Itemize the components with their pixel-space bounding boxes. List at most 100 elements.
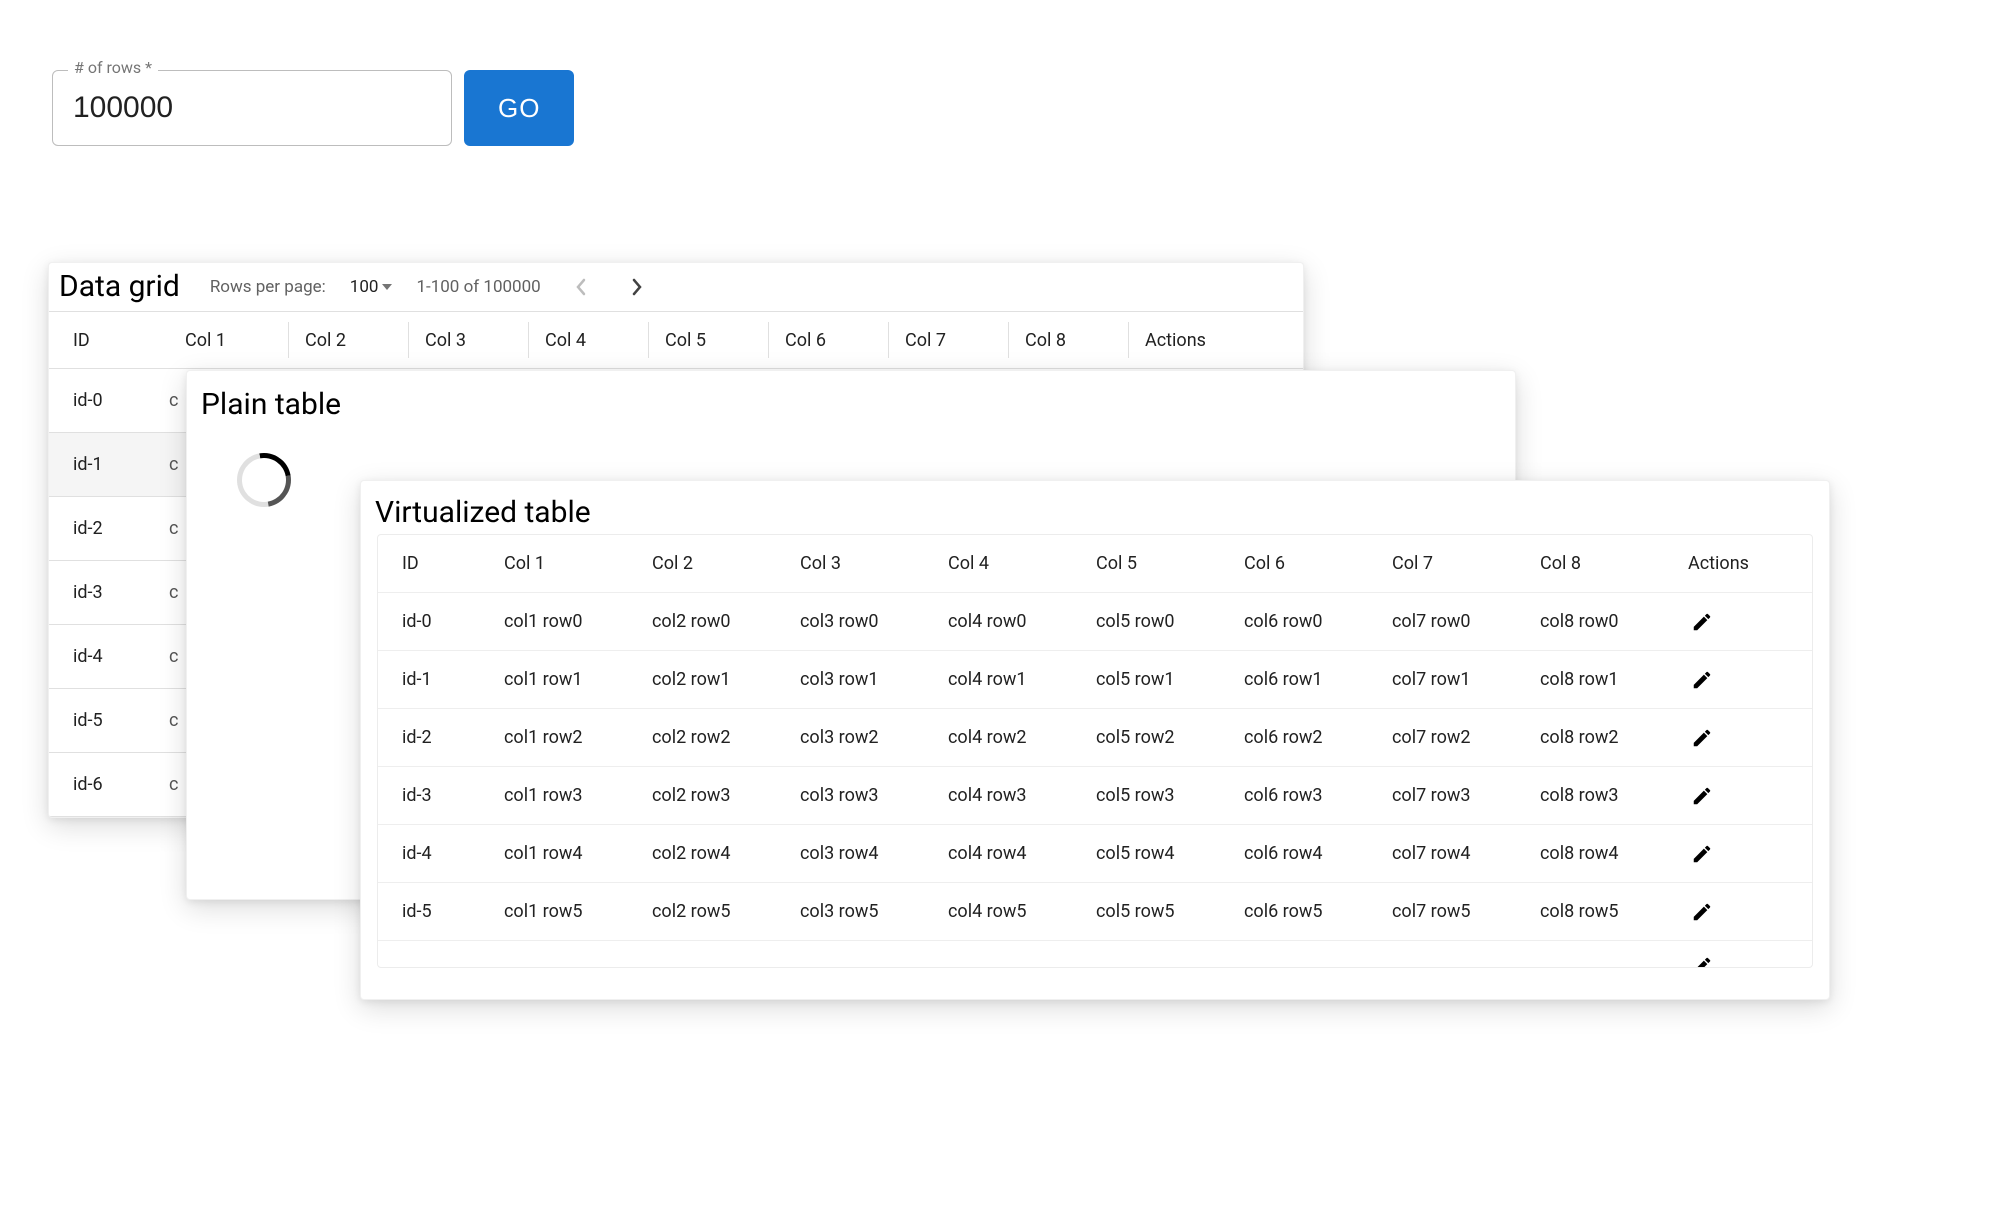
pencil-icon	[1691, 843, 1713, 865]
edit-button[interactable]	[1688, 666, 1716, 694]
column-header-col3[interactable]: Col 3	[784, 553, 932, 574]
rows-input[interactable]	[52, 70, 452, 146]
table-row[interactable]: id-5 col1 row5 col2 row5 col3 row5 col4 …	[378, 883, 1812, 941]
table-row[interactable]: id-0 col1 row0 col2 row0 col3 row0 col4 …	[378, 593, 1812, 651]
cell: col6 row0	[1228, 611, 1376, 632]
cell-id: id-1	[378, 669, 488, 690]
table-row[interactable]: id-3 col1 row3 col2 row3 col3 row3 col4 …	[378, 767, 1812, 825]
cell: col6 row2	[1228, 727, 1376, 748]
table-row[interactable]: id-2 col1 row2 col2 row2 col3 row2 col4 …	[378, 709, 1812, 767]
cell: col5 row1	[1080, 669, 1228, 690]
cell: col5 row5	[1080, 901, 1228, 922]
edit-button[interactable]	[1688, 782, 1716, 810]
cell: col8 row3	[1524, 785, 1672, 806]
rows-per-page-label: Rows per page:	[210, 277, 326, 297]
cell: col7 row0	[1376, 611, 1524, 632]
cell: col1 row4	[488, 843, 636, 864]
column-header-id[interactable]: ID	[49, 322, 169, 358]
cell-id: id-0	[378, 611, 488, 632]
virtualized-table: ID Col 1 Col 2 Col 3 Col 4 Col 5 Col 6 C…	[377, 534, 1813, 968]
pencil-icon	[1691, 727, 1713, 749]
edit-button[interactable]	[1688, 898, 1716, 926]
column-header-col4[interactable]: Col 4	[932, 553, 1080, 574]
cell-id: id-6	[49, 774, 169, 795]
cell: col4 row1	[932, 669, 1080, 690]
rows-per-page-select[interactable]: 100	[350, 277, 393, 297]
cell-id: id-0	[49, 390, 169, 411]
controls-bar: # of rows * GO	[52, 70, 574, 146]
cell: col3 row2	[784, 727, 932, 748]
next-page-button[interactable]	[621, 271, 653, 303]
column-header-col7[interactable]: Col 7	[1376, 553, 1524, 574]
table-row[interactable]: id-4 col1 row4 col2 row4 col3 row4 col4 …	[378, 825, 1812, 883]
table-row[interactable]	[378, 941, 1812, 967]
cell: col3 row1	[784, 669, 932, 690]
column-header-col8[interactable]: Col 8	[1524, 553, 1672, 574]
cell-id: id-2	[378, 727, 488, 748]
cell: col8 row4	[1524, 843, 1672, 864]
column-header-actions[interactable]: Actions	[1672, 553, 1782, 574]
prev-page-button[interactable]	[565, 271, 597, 303]
edit-button[interactable]	[1688, 952, 1716, 967]
cell: col2 row2	[636, 727, 784, 748]
column-header-col5[interactable]: Col 5	[1080, 553, 1228, 574]
cell: col5 row0	[1080, 611, 1228, 632]
column-header-col4[interactable]: Col 4	[529, 322, 649, 358]
data-grid-pager: Rows per page: 100 1-100 of 100000	[204, 271, 653, 303]
column-header-actions[interactable]: Actions	[1129, 322, 1249, 358]
cell: col4 row3	[932, 785, 1080, 806]
loading-spinner	[237, 453, 291, 507]
go-button[interactable]: GO	[464, 70, 574, 146]
cell: col7 row1	[1376, 669, 1524, 690]
cell: col3 row5	[784, 901, 932, 922]
pagination-range: 1-100 of 100000	[416, 277, 540, 297]
cell: col7 row5	[1376, 901, 1524, 922]
cell: col3 row4	[784, 843, 932, 864]
pencil-icon	[1691, 785, 1713, 807]
cell: col8 row2	[1524, 727, 1672, 748]
pencil-icon	[1691, 901, 1713, 923]
cell-id: id-4	[378, 843, 488, 864]
cell: col1 row5	[488, 901, 636, 922]
column-header-col1[interactable]: Col 1	[169, 322, 289, 358]
column-header-col2[interactable]: Col 2	[636, 553, 784, 574]
cell: col4 row0	[932, 611, 1080, 632]
cell: col7 row3	[1376, 785, 1524, 806]
edit-button[interactable]	[1688, 724, 1716, 752]
edit-button[interactable]	[1688, 840, 1716, 868]
column-header-col6[interactable]: Col 6	[1228, 553, 1376, 574]
cell: col5 row3	[1080, 785, 1228, 806]
table-row[interactable]: id-1 col1 row1 col2 row1 col3 row1 col4 …	[378, 651, 1812, 709]
column-header-id[interactable]: ID	[378, 553, 488, 574]
cell: col4 row4	[932, 843, 1080, 864]
column-header-col3[interactable]: Col 3	[409, 322, 529, 358]
cell: col3 row0	[784, 611, 932, 632]
edit-button[interactable]	[1688, 608, 1716, 636]
cell: col1 row0	[488, 611, 636, 632]
pencil-icon	[1691, 669, 1713, 691]
column-header-col7[interactable]: Col 7	[889, 322, 1009, 358]
cell: col6 row1	[1228, 669, 1376, 690]
cell: col1 row3	[488, 785, 636, 806]
cell: col2 row4	[636, 843, 784, 864]
cell: col1 row2	[488, 727, 636, 748]
column-header-col5[interactable]: Col 5	[649, 322, 769, 358]
column-header-col2[interactable]: Col 2	[289, 322, 409, 358]
cell: col4 row2	[932, 727, 1080, 748]
column-header-col8[interactable]: Col 8	[1009, 322, 1129, 358]
column-header-col1[interactable]: Col 1	[488, 553, 636, 574]
cell: col3 row3	[784, 785, 932, 806]
cell-id: id-3	[378, 785, 488, 806]
column-header-col6[interactable]: Col 6	[769, 322, 889, 358]
virtualized-table-title: Virtualized table	[361, 485, 1829, 534]
pencil-icon	[1691, 611, 1713, 633]
virtualized-header-row: ID Col 1 Col 2 Col 3 Col 4 Col 5 Col 6 C…	[378, 535, 1812, 593]
cell: col5 row2	[1080, 727, 1228, 748]
spinner-icon	[226, 442, 301, 517]
cell-id: id-4	[49, 646, 169, 667]
cell: col6 row5	[1228, 901, 1376, 922]
chevron-left-icon	[575, 278, 587, 296]
cell: col1 row1	[488, 669, 636, 690]
dropdown-triangle-icon	[382, 284, 392, 290]
chevron-right-icon	[631, 278, 643, 296]
